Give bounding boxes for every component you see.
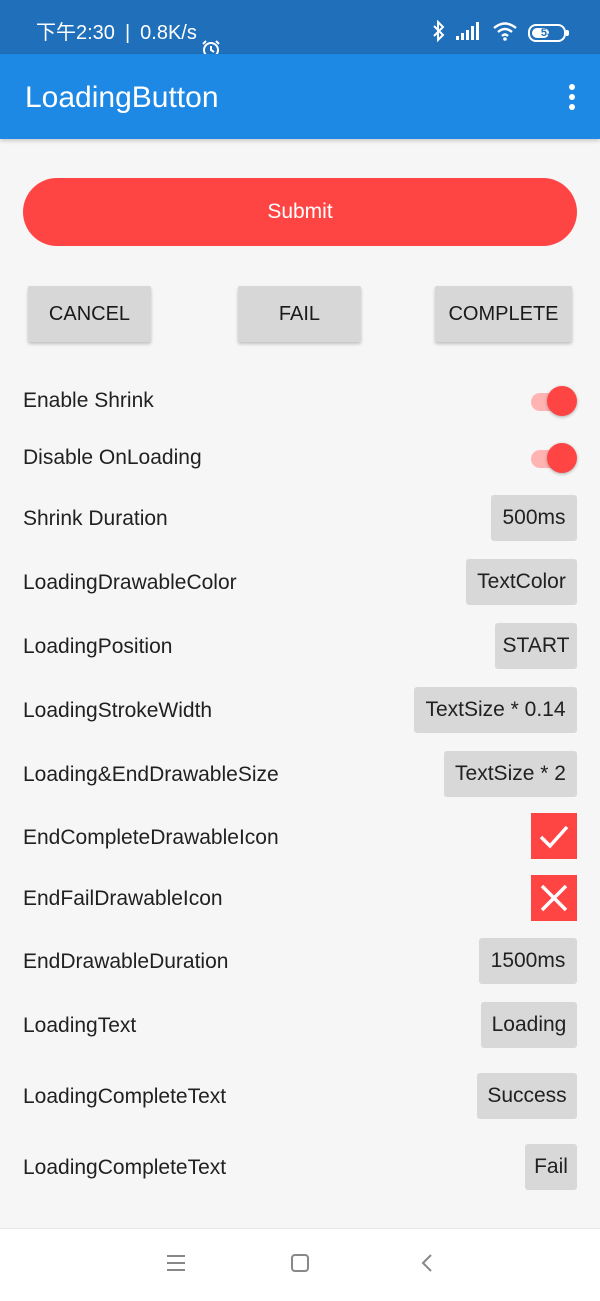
drawable-size-label: Loading&EndDrawableSize xyxy=(23,763,279,786)
end-drawable-duration-label: EndDrawableDuration xyxy=(23,950,229,973)
complete-text-fail-label: LoadingCompleteText xyxy=(23,1156,227,1179)
home-icon[interactable] xyxy=(290,1253,310,1278)
end-complete-icon-label: EndCompleteDrawableIcon xyxy=(23,826,279,849)
loading-stroke-width-button[interactable]: TextSize * 0.14 xyxy=(414,687,577,733)
complete-button[interactable]: COMPLETE xyxy=(435,286,572,342)
menu-icon[interactable] xyxy=(166,1253,186,1278)
nav-bar xyxy=(0,1228,600,1301)
drawable-size-button[interactable]: TextSize * 2 xyxy=(444,751,577,797)
app-title: LoadingButton xyxy=(25,81,219,114)
status-left: 下午2:30 | 0.8K/s xyxy=(36,0,221,58)
battery-level: 53 xyxy=(540,27,554,39)
loading-drawable-color-button[interactable]: TextColor xyxy=(466,559,577,605)
close-icon[interactable] xyxy=(531,875,577,921)
complete-text-fail-button[interactable]: Fail xyxy=(525,1144,577,1190)
shrink-duration-label: Shrink Duration xyxy=(23,507,168,530)
loading-position-button[interactable]: START xyxy=(495,623,577,669)
status-bar: 下午2:30 | 0.8K/s 53 xyxy=(0,0,600,58)
loading-text-button[interactable]: Loading xyxy=(481,1002,577,1048)
app-bar: LoadingButton xyxy=(0,54,600,139)
shrink-duration-button[interactable]: 500ms xyxy=(491,495,577,541)
battery-icon: 53 xyxy=(528,24,569,42)
enable-shrink-label: Enable Shrink xyxy=(23,389,154,412)
complete-text-success-button[interactable]: Success xyxy=(477,1073,577,1119)
end-drawable-duration-button[interactable]: 1500ms xyxy=(479,938,577,984)
wifi-icon xyxy=(492,21,518,46)
status-right: 53 xyxy=(432,19,569,47)
back-icon[interactable] xyxy=(418,1253,438,1278)
enable-shrink-switch[interactable] xyxy=(527,386,577,416)
check-icon[interactable] xyxy=(531,813,577,859)
loading-stroke-width-label: LoadingStrokeWidth xyxy=(23,699,213,722)
disable-onloading-switch[interactable] xyxy=(527,443,577,473)
disable-onloading-label: Disable OnLoading xyxy=(23,446,202,469)
end-fail-icon-label: EndFailDrawableIcon xyxy=(23,887,223,910)
loading-drawable-color-label: LoadingDrawableColor xyxy=(23,571,237,594)
submit-loading-button[interactable]: Submit xyxy=(23,178,577,246)
bluetooth-icon xyxy=(432,19,446,47)
cancel-button[interactable]: CANCEL xyxy=(28,286,151,342)
complete-text-success-label: LoadingCompleteText xyxy=(23,1085,227,1108)
loading-text-label: LoadingText xyxy=(23,1014,137,1037)
fail-button[interactable]: FAIL xyxy=(238,286,361,342)
signal-icon xyxy=(456,21,482,45)
loading-position-label: LoadingPosition xyxy=(23,635,173,658)
overflow-menu-icon[interactable] xyxy=(562,80,582,114)
